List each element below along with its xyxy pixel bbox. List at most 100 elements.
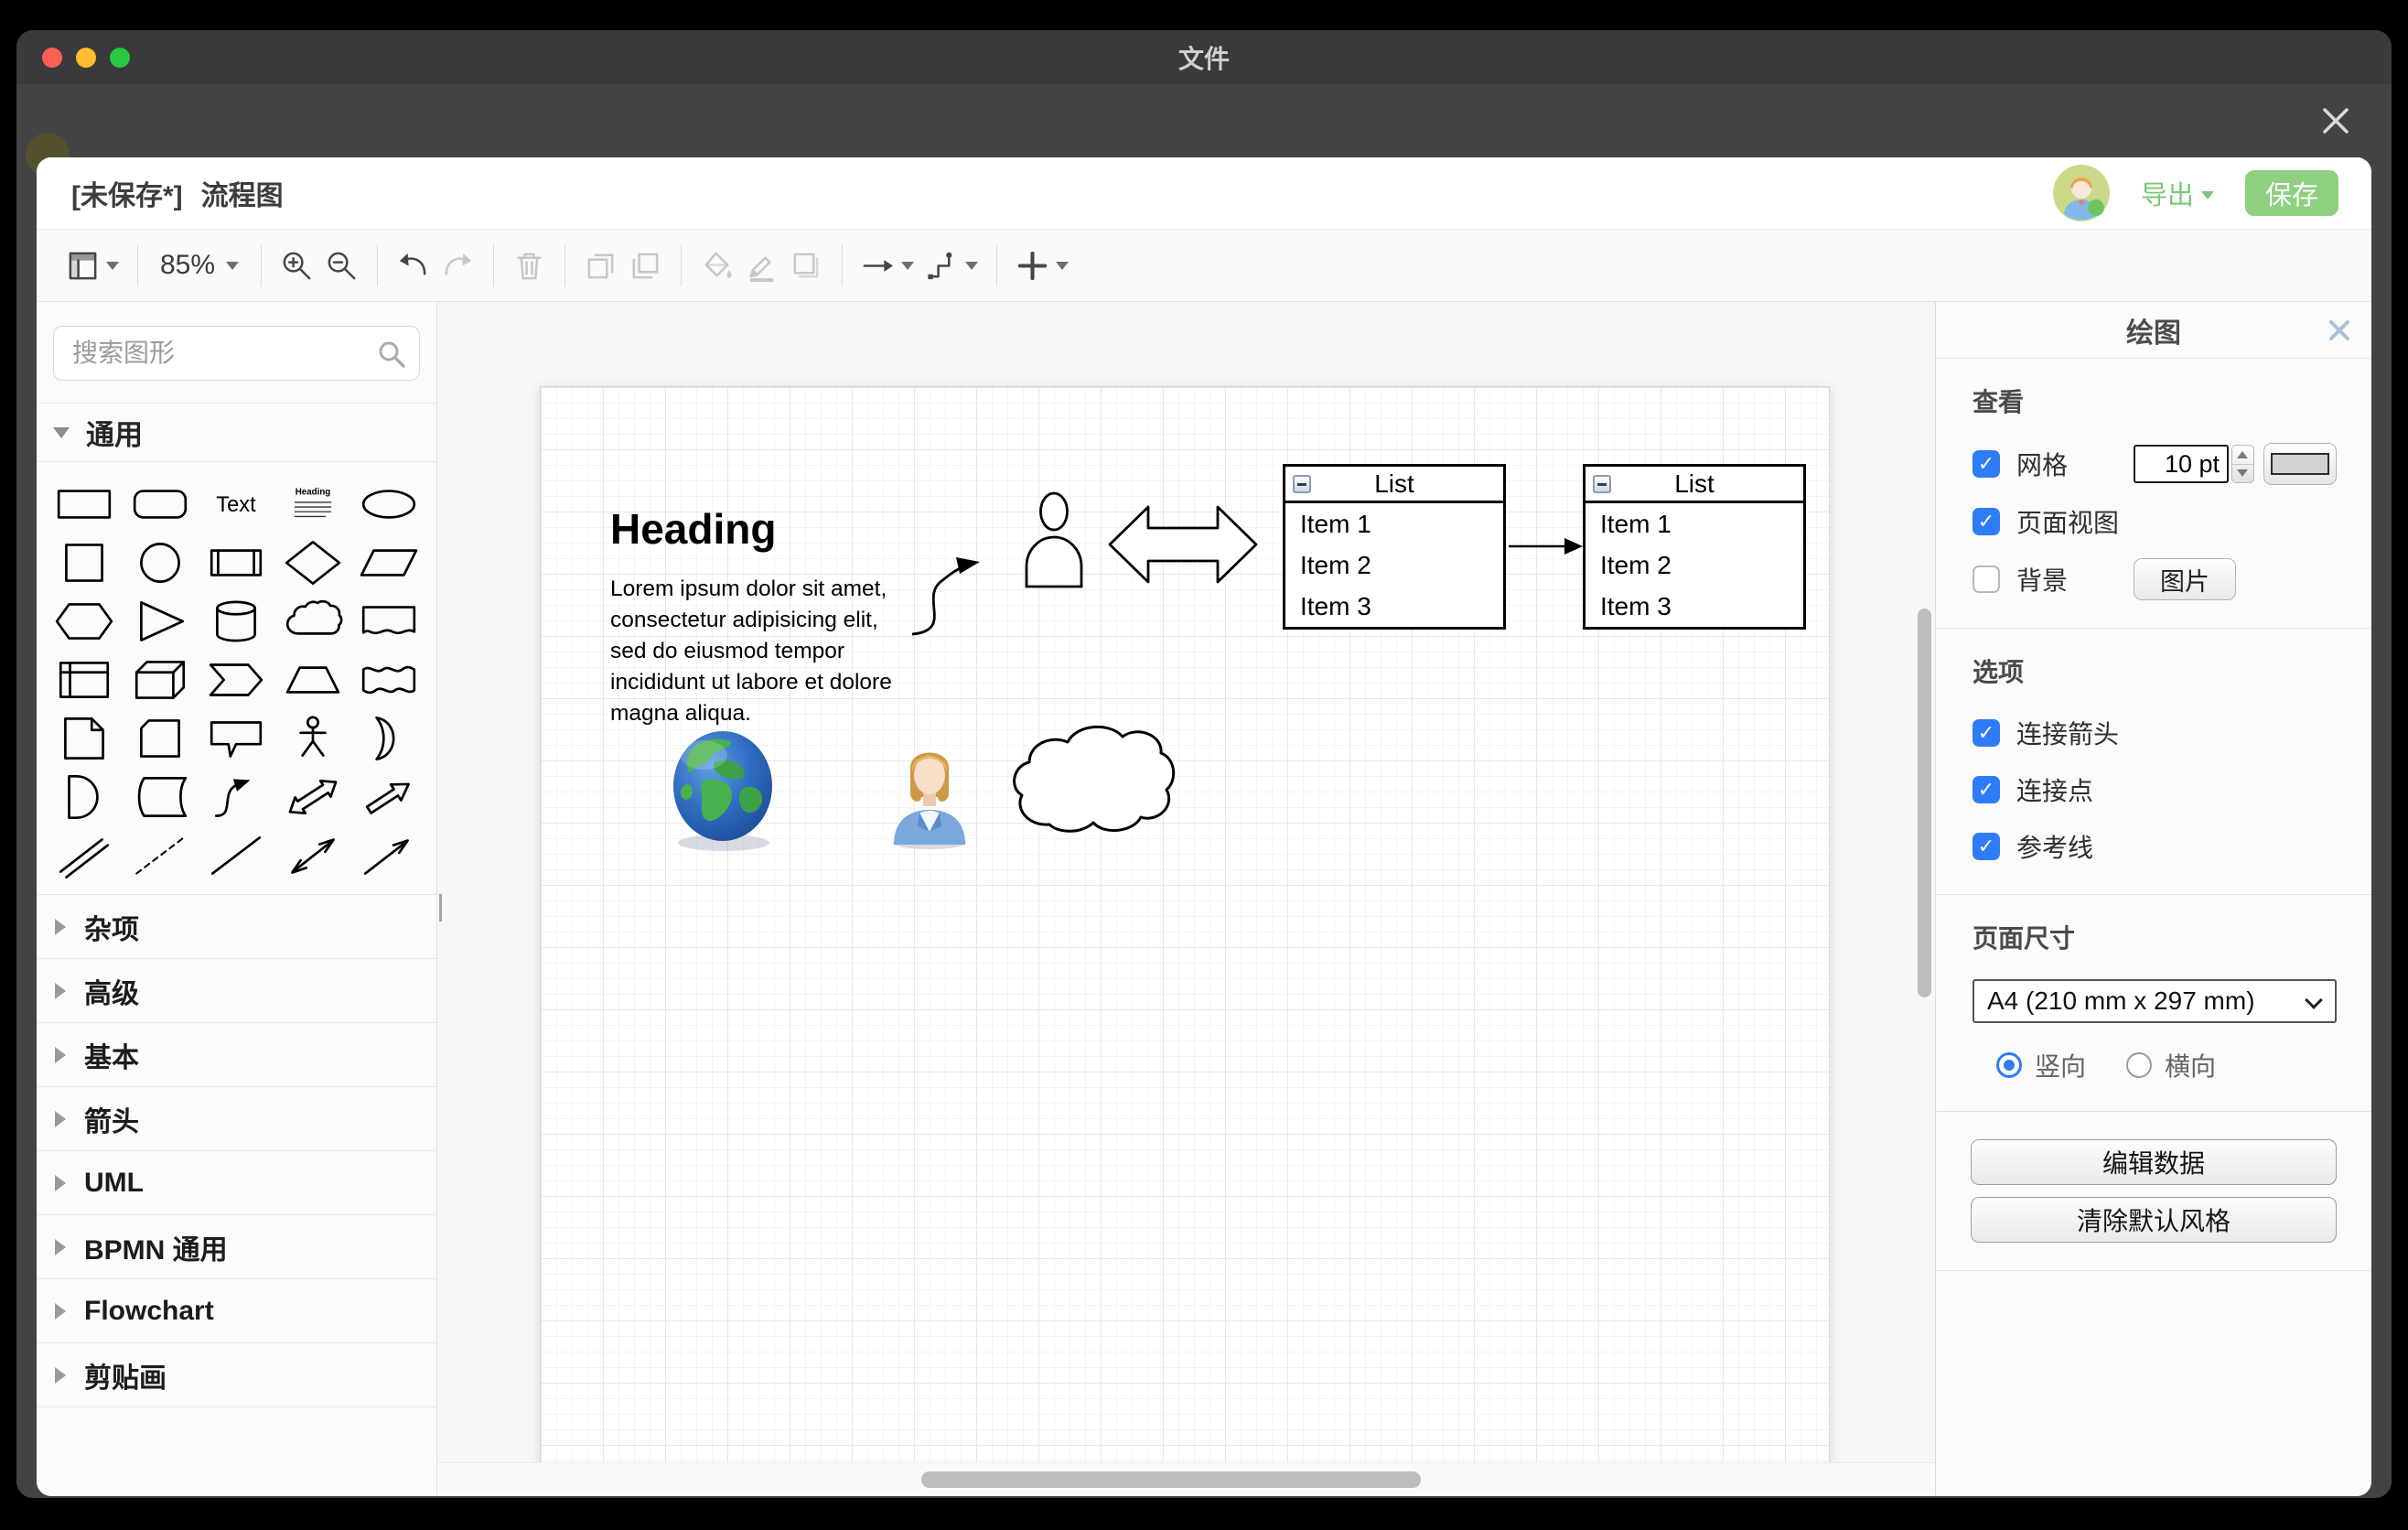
list-header[interactable]: List	[1285, 467, 1503, 503]
user-avatar[interactable]	[2053, 165, 2110, 221]
to-back-button[interactable]	[623, 242, 668, 288]
insert-button[interactable]	[1010, 242, 1074, 288]
shape-parallelogram[interactable]	[351, 533, 427, 592]
shadow-button[interactable]	[784, 242, 829, 288]
option-checkbox-2[interactable]	[1973, 833, 2000, 860]
zoom-in-button[interactable]	[274, 242, 319, 288]
connector-arrow[interactable]	[1509, 532, 1583, 561]
cloud-shape[interactable]	[1005, 717, 1181, 837]
canvas-area[interactable]: Heading Lorem ipsum dolor sit amet, cons…	[437, 302, 1935, 1496]
list-item[interactable]: Item 1	[1285, 503, 1503, 544]
list-item[interactable]: Item 2	[1285, 544, 1503, 586]
page-view-checkbox[interactable]	[1973, 508, 2000, 535]
shape-actor[interactable]	[274, 709, 350, 768]
shape-internal-storage[interactable]	[46, 651, 122, 709]
save-button[interactable]: 保存	[2245, 170, 2338, 216]
zoom-out-button[interactable]	[319, 242, 364, 288]
double-arrow-shape[interactable]	[1106, 490, 1260, 599]
portrait-radio[interactable]: 竖向	[1996, 1047, 2086, 1083]
sidebar-section-箭头[interactable]: 箭头	[37, 1087, 436, 1151]
shape-dashed-line[interactable]	[122, 826, 198, 885]
shape-or[interactable]	[351, 709, 427, 768]
line-color-button[interactable]	[739, 242, 784, 288]
sidebar-section-Flowchart[interactable]: Flowchart	[37, 1279, 436, 1343]
shape-tape[interactable]	[351, 651, 427, 709]
search-icon[interactable]	[377, 339, 406, 369]
vertical-scrollbar[interactable]	[1918, 609, 1931, 997]
search-input[interactable]	[54, 339, 419, 368]
shape-card[interactable]	[122, 709, 198, 768]
list-item[interactable]: Item 3	[1285, 586, 1503, 627]
sidebar-section-general[interactable]: 通用	[37, 404, 436, 462]
diagram-paragraph-text[interactable]: Lorem ipsum dolor sit amet, consectetur …	[610, 574, 918, 729]
panel-close-icon[interactable]	[2327, 318, 2351, 342]
shape-rectangle[interactable]	[46, 475, 122, 533]
shape-link[interactable]	[46, 826, 122, 885]
list-item[interactable]: Item 2	[1586, 544, 1803, 586]
diagram-heading-text[interactable]: Heading	[610, 504, 776, 554]
shape-process[interactable]	[199, 533, 274, 592]
shape-line[interactable]	[199, 826, 274, 885]
redo-button[interactable]	[435, 242, 480, 288]
fill-color-button[interactable]	[694, 242, 739, 288]
shape-data-storage[interactable]	[122, 768, 198, 826]
shape-bidirectional-arrow[interactable]	[274, 768, 350, 826]
shape-triangle[interactable]	[122, 592, 198, 651]
shape-callout[interactable]	[199, 709, 274, 768]
export-menu[interactable]: 导出	[2141, 174, 2214, 212]
shape-hexagon[interactable]	[46, 592, 122, 651]
clear-default-style-button[interactable]: 清除默认风格	[1971, 1197, 2337, 1243]
list-box[interactable]: ListItem 1Item 2Item 3	[1283, 464, 1506, 630]
shape-arrow[interactable]	[351, 768, 427, 826]
shape-step[interactable]	[199, 651, 274, 709]
drawing-page[interactable]: Heading Lorem ipsum dolor sit amet, cons…	[540, 386, 1830, 1467]
person-shape[interactable]	[1020, 488, 1088, 588]
shape-document[interactable]	[351, 592, 427, 651]
shape-square[interactable]	[46, 533, 122, 592]
sidebar-section-UML[interactable]: UML	[37, 1151, 436, 1215]
curved-arrow-shape[interactable]	[898, 541, 998, 649]
option-checkbox-1[interactable]	[1973, 776, 2000, 803]
shape-cube[interactable]	[122, 651, 198, 709]
zoom-level-dropdown[interactable]: 85%	[151, 250, 248, 281]
shape-and[interactable]	[46, 768, 122, 826]
sidebar-resize-handle[interactable]	[437, 888, 446, 928]
collapse-icon[interactable]	[1593, 475, 1611, 493]
shape-directional-connector[interactable]	[351, 826, 427, 885]
shape-circle[interactable]	[122, 533, 198, 592]
shape-text[interactable]: Text	[199, 475, 274, 533]
shape-cloud[interactable]	[274, 592, 350, 651]
shape-diamond[interactable]	[274, 533, 350, 592]
shape-textbox[interactable]: Heading	[274, 475, 350, 533]
shape-trapezoid[interactable]	[274, 651, 350, 709]
undo-button[interactable]	[391, 242, 435, 288]
list-box[interactable]: ListItem 1Item 2Item 3	[1583, 464, 1806, 630]
shape-cylinder[interactable]	[199, 592, 274, 651]
grid-size-stepper[interactable]	[2231, 445, 2254, 483]
sidebar-section-BPMN 通用[interactable]: BPMN 通用	[37, 1215, 436, 1279]
landscape-radio[interactable]: 横向	[2126, 1047, 2216, 1083]
shape-bidirectional-connector[interactable]	[274, 826, 350, 885]
shape-ellipse[interactable]	[351, 475, 427, 533]
list-header[interactable]: List	[1586, 467, 1803, 503]
page-size-select[interactable]: A4 (210 mm x 297 mm)	[1973, 979, 2337, 1023]
shape-rounded-rectangle[interactable]	[122, 475, 198, 533]
page-view-button[interactable]	[60, 242, 124, 288]
option-checkbox-0[interactable]	[1973, 719, 2000, 747]
sidebar-section-高级[interactable]: 高级	[37, 959, 436, 1023]
sidebar-section-基本[interactable]: 基本	[37, 1023, 436, 1087]
list-item[interactable]: Item 3	[1586, 586, 1803, 627]
delete-button[interactable]	[507, 242, 552, 288]
waypoints-button[interactable]	[919, 242, 984, 288]
shape-note[interactable]	[46, 709, 122, 768]
sidebar-section-杂项[interactable]: 杂项	[37, 895, 436, 959]
close-dialog-icon[interactable]	[2318, 103, 2353, 138]
horizontal-scrollbar[interactable]	[921, 1471, 1421, 1488]
edit-data-button[interactable]: 编辑数据	[1971, 1139, 2337, 1185]
globe-icon[interactable]	[667, 727, 782, 852]
collapse-icon[interactable]	[1293, 475, 1311, 493]
to-front-button[interactable]	[578, 242, 623, 288]
shape-curve[interactable]	[199, 768, 274, 826]
grid-size-input[interactable]	[2134, 445, 2229, 483]
background-checkbox[interactable]	[1973, 566, 2000, 593]
